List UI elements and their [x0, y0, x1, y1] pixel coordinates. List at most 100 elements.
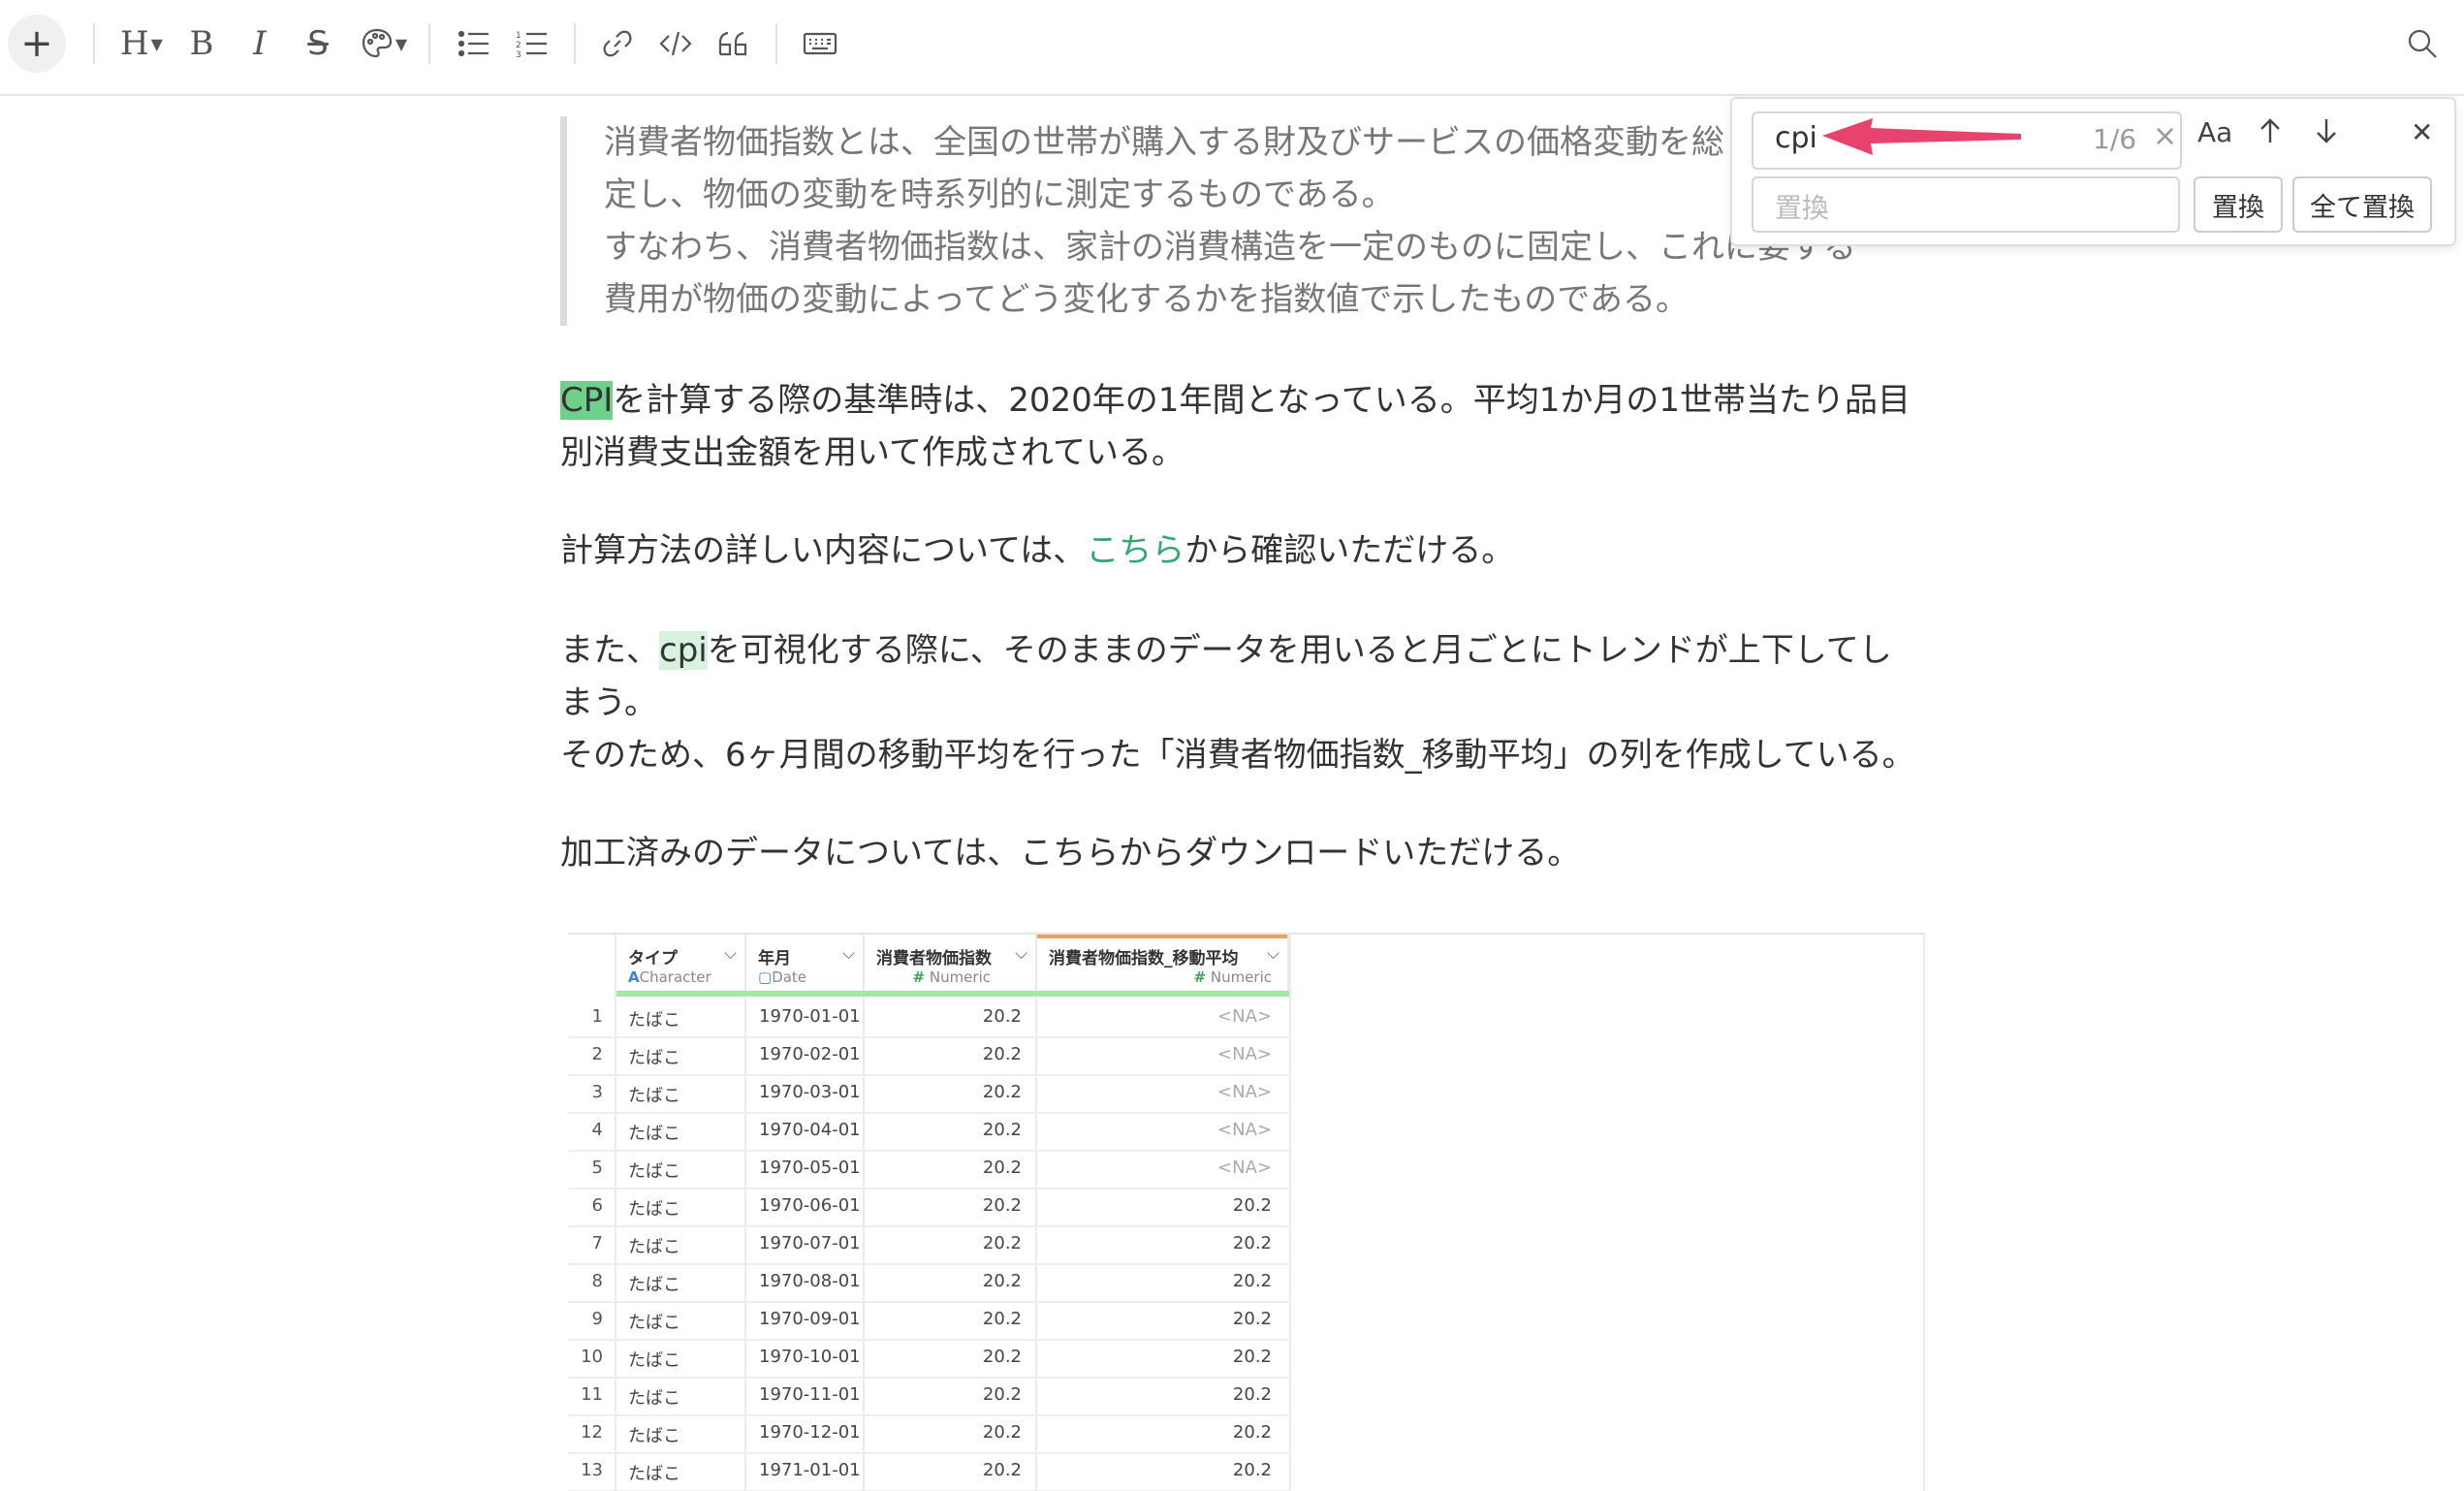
- replace-all-button[interactable]: 全て置換: [2292, 176, 2432, 233]
- toolbar-divider: [574, 23, 576, 64]
- table-row: 11 たばこ 1970-11-01 20.2 20.2: [568, 1377, 1289, 1416]
- chevron-down-icon[interactable]: ⌵: [1267, 944, 1279, 964]
- cell-date: 1970-07-01: [759, 1233, 861, 1253]
- cell-cpi-moving-average: <NA>: [1217, 1082, 1272, 1102]
- column-header-cpi-moving-average[interactable]: 消費者物価指数_移動平均 # Numeric ⌵: [1037, 935, 1289, 993]
- row-index: 9: [591, 1309, 603, 1329]
- cell-date: 1970-10-01: [759, 1347, 861, 1367]
- cell-cpi: 20.2: [982, 1347, 1022, 1367]
- caret-down-icon: ▼: [395, 34, 408, 53]
- text: 計算方法の詳しい内容については、: [560, 531, 1087, 570]
- arrow-up-icon: [2260, 118, 2280, 143]
- cell-cpi: 20.2: [982, 1309, 1022, 1329]
- cell-type: たばこ: [628, 1350, 680, 1371]
- next-match-button[interactable]: [2314, 116, 2339, 153]
- bold-button[interactable]: B: [182, 17, 221, 70]
- cell-cpi-moving-average: <NA>: [1217, 1120, 1272, 1140]
- close-find-icon[interactable]: ✕: [2411, 116, 2433, 148]
- table-row: 10 たばこ 1970-10-01 20.2 20.2: [568, 1339, 1289, 1379]
- code-button[interactable]: [655, 17, 696, 70]
- bullet-list-button[interactable]: [454, 17, 494, 70]
- character-type-icon: A: [628, 968, 640, 986]
- quote-icon: [718, 31, 747, 56]
- keyboard-shortcuts-button[interactable]: [797, 17, 843, 70]
- calendar-icon: ▢: [758, 968, 773, 986]
- keyboard-icon: [803, 32, 837, 55]
- paragraph-cpi-base: CPIを計算する際の基準時は、2020年の1年間となっている。平均1か月の1世帯…: [560, 374, 1937, 479]
- match-case-toggle[interactable]: Aa: [2197, 116, 2232, 148]
- quote-line: 費用が物価の変動によってどう変化するかを指数値で示したものである。: [604, 280, 1689, 319]
- clear-search-icon[interactable]: ×: [2153, 119, 2177, 153]
- cell-type: たばこ: [628, 1313, 680, 1333]
- cell-type: たばこ: [628, 1086, 680, 1106]
- cell-cpi-moving-average: 20.2: [1232, 1271, 1272, 1291]
- column-type: # Numeric: [912, 968, 991, 986]
- quote-button[interactable]: [713, 17, 754, 70]
- column-name: タイプ: [628, 949, 678, 968]
- table-row: 12 たばこ 1970-12-01 20.2 20.2: [568, 1414, 1289, 1454]
- add-block-button[interactable]: +: [8, 15, 66, 73]
- chevron-down-icon[interactable]: ⌵: [1015, 944, 1027, 964]
- palette-icon: [362, 28, 392, 58]
- cell-cpi: 20.2: [982, 1158, 1022, 1178]
- plus-icon: +: [20, 21, 53, 66]
- cell-type: たばこ: [628, 1237, 680, 1257]
- heading-button[interactable]: H ▼: [114, 17, 169, 70]
- cell-type: たばこ: [628, 1275, 680, 1295]
- cell-type: たばこ: [628, 1161, 680, 1182]
- row-index: 12: [581, 1422, 603, 1443]
- link-icon: [603, 30, 632, 57]
- find-query: cpi: [1775, 121, 1817, 155]
- search-match: cpi: [659, 631, 708, 670]
- text: そのため、6ヶ月間の移動平均を行った「消費者物価指数_移動平均」の列を作成してい…: [560, 736, 1915, 775]
- table-header: タイプ ACharacter ⌵ 年月 ▢Date ⌵ 消費者物価指数 # Nu…: [568, 935, 1923, 997]
- cell-date: 1970-09-01: [759, 1309, 861, 1329]
- cell-date: 1970-08-01: [759, 1271, 861, 1291]
- text: また、: [560, 631, 659, 670]
- chevron-down-icon[interactable]: ⌵: [842, 944, 855, 964]
- svg-text:3: 3: [516, 50, 521, 58]
- cell-type: たばこ: [628, 1010, 680, 1031]
- table-row: 3 たばこ 1970-03-01 20.2 <NA>: [568, 1074, 1289, 1114]
- cell-cpi: 20.2: [982, 1233, 1022, 1253]
- text-color-button[interactable]: ▼: [355, 17, 413, 70]
- column-divider: [1289, 935, 1291, 1491]
- row-index: 4: [591, 1120, 603, 1140]
- previous-match-button[interactable]: [2258, 116, 2283, 153]
- calc-method-link[interactable]: こちら: [1086, 531, 1185, 570]
- cell-cpi: 20.2: [982, 1384, 1022, 1405]
- replace-button[interactable]: 置換: [2194, 176, 2283, 233]
- toolbar-divider: [775, 23, 777, 64]
- cell-cpi: 20.2: [982, 1044, 1022, 1064]
- numeric-type-icon: #: [1193, 968, 1207, 986]
- row-index: 7: [591, 1233, 603, 1253]
- text: 別消費支出金額を用いて作成されている。: [560, 433, 1185, 472]
- table-row: 1 たばこ 1970-01-01 20.2 <NA>: [568, 999, 1289, 1038]
- paragraph-visualization: また、cpiを可視化する際に、そのままのデータを用いると月ごとにトレンドが上下し…: [560, 624, 1937, 781]
- paragraph-calc-method: 計算方法の詳しい内容については、こちらから確認いただける。: [560, 524, 1937, 577]
- cell-cpi: 20.2: [982, 1271, 1022, 1291]
- chevron-down-icon[interactable]: ⌵: [724, 944, 737, 964]
- cell-date: 1971-01-01: [759, 1460, 861, 1480]
- replace-input[interactable]: 置換: [1752, 176, 2180, 233]
- column-header-type[interactable]: タイプ ACharacter ⌵: [616, 935, 746, 993]
- italic-button[interactable]: I: [240, 17, 279, 70]
- code-icon: [659, 31, 692, 56]
- paragraph-download: 加工済みのデータについては、こちらからダウンロードいただける。: [560, 834, 1581, 872]
- cell-cpi: 20.2: [982, 1120, 1022, 1140]
- column-header-date[interactable]: 年月 ▢Date ⌵: [746, 935, 865, 993]
- column-header-cpi[interactable]: 消費者物価指数 # Numeric ⌵: [865, 935, 1037, 993]
- column-name: 消費者物価指数: [876, 949, 992, 968]
- search-button[interactable]: [2400, 17, 2445, 70]
- strikethrough-button[interactable]: S: [299, 17, 337, 70]
- column-type: ▢Date: [758, 968, 806, 986]
- text: まう。: [560, 683, 657, 722]
- row-index: 5: [591, 1158, 603, 1178]
- link-button[interactable]: [597, 17, 638, 70]
- ordered-list-button[interactable]: 1 2 3: [512, 17, 553, 70]
- cell-cpi-moving-average: <NA>: [1217, 1006, 1272, 1027]
- search-icon: [2408, 29, 2437, 58]
- text: を計算する際の基準時は、2020年の1年間となっている。平均1か月の1世帯当たり…: [613, 381, 1911, 420]
- arrow-down-icon: [2317, 119, 2336, 143]
- cell-type: たばこ: [628, 1048, 680, 1068]
